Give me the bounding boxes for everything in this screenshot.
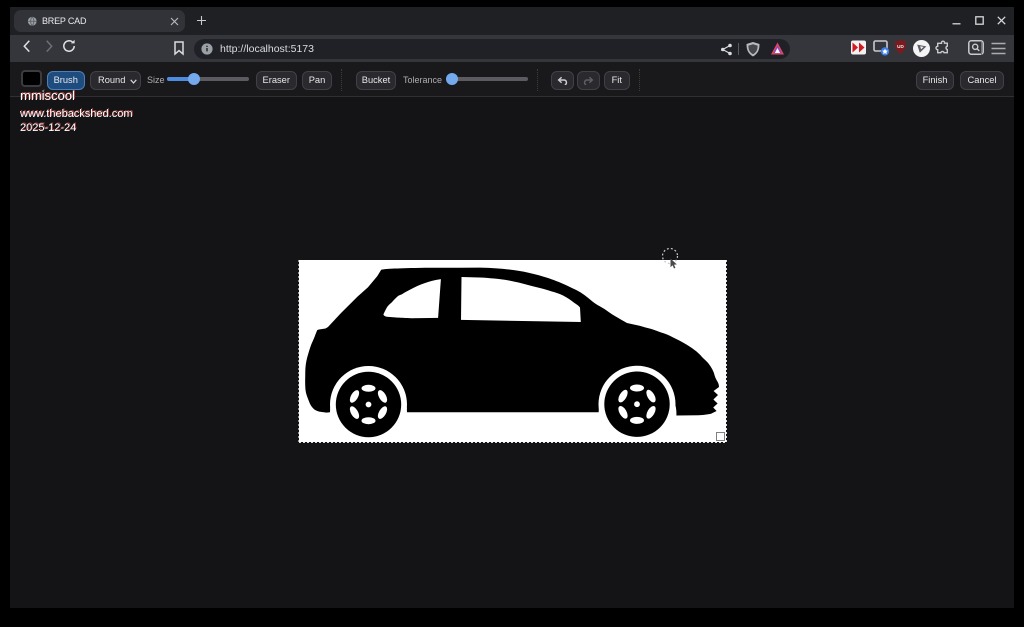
svg-text:UD: UD [897,44,904,49]
